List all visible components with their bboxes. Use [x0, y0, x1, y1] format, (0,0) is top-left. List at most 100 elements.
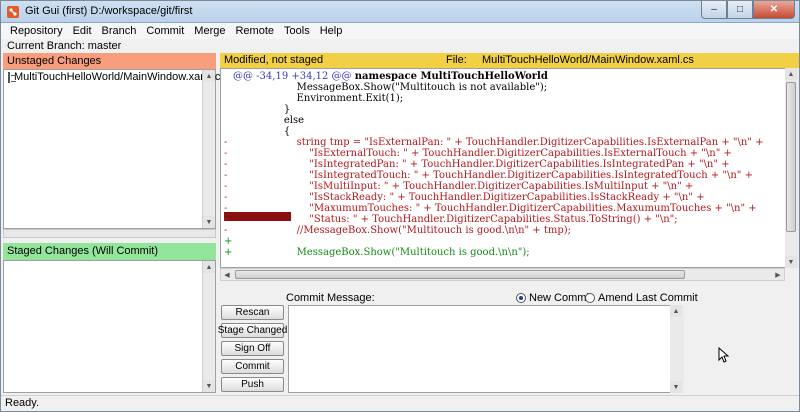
new-commit-option[interactable]: New Commit — [516, 292, 592, 304]
close-button[interactable]: ✕ — [753, 1, 795, 19]
menu-branch[interactable]: Branch — [97, 25, 142, 37]
diff-horizontal-scrollbar[interactable]: ◀ ▶ — [220, 268, 785, 281]
menu-merge[interactable]: Merge — [189, 25, 230, 37]
diff-line: - string tmp = "IsExternalPan: " + Touch… — [221, 137, 791, 148]
diff-line-marker: - — [224, 159, 228, 170]
amend-commit-option[interactable]: Amend Last Commit — [585, 292, 698, 304]
window-controls: – □ ✕ — [701, 1, 795, 19]
diff-line-text: "IsStackReady: " + TouchHandler.Digitize… — [233, 192, 705, 203]
menu-commit[interactable]: Commit — [141, 25, 189, 37]
commit-area: Rescan Stage Changed Sign Off Commit Pus… — [218, 289, 799, 393]
menu-edit[interactable]: Edit — [68, 25, 97, 37]
title-bar[interactable]: Git Gui (first) D:/workspace/git/first –… — [1, 1, 799, 23]
rescan-button[interactable]: Rescan — [221, 305, 284, 320]
diff-line-text: "IsMultiInput: " + TouchHandler.Digitize… — [233, 181, 694, 192]
push-button[interactable]: Push — [221, 377, 284, 392]
git-gui-icon — [7, 6, 19, 18]
diff-file-label: File: — [446, 54, 467, 66]
diff-hscroll-thumb[interactable] — [235, 270, 685, 279]
scroll-up-arrow-icon[interactable]: ▲ — [670, 305, 682, 317]
scroll-up-arrow-icon[interactable]: ▲ — [203, 70, 215, 82]
diff-line: + MessageBox.Show("Multitouch is good.\n… — [221, 247, 791, 258]
file-name: MultiTouchHelloWorld/MainWindow.xaml.cs — [14, 71, 226, 83]
diff-line-text: "Status: " + TouchHandler.DigitizerCapab… — [233, 214, 678, 225]
menu-repository[interactable]: Repository — [5, 25, 68, 37]
diff-view[interactable]: @@ -34,19 +34,12 @@ namespace MultiTouch… — [220, 68, 799, 268]
commit-vscroll-track[interactable]: ▲ ▼ — [670, 305, 684, 393]
unstaged-scrollbar[interactable]: ▲ ▼ — [202, 70, 215, 228]
commit-message-input[interactable] — [288, 305, 684, 393]
scroll-up-arrow-icon[interactable]: ▲ — [203, 261, 215, 273]
menu-remote[interactable]: Remote — [230, 25, 279, 37]
diff-line-marker: - — [224, 225, 228, 236]
diff-line: { — [221, 126, 791, 137]
amend-commit-label: Amend Last Commit — [598, 292, 698, 304]
diff-line: + — [221, 236, 791, 247]
diff-line-text: "IsExternalTouch: " + TouchHandler.Digit… — [233, 148, 732, 159]
status-bar: Ready. — [1, 395, 799, 411]
diff-line-marker: - — [224, 214, 228, 225]
diff-line: - "MaxumumTouches: " + TouchHandler.Digi… — [221, 203, 791, 214]
changes-pane: Unstaged Changes MultiTouchHelloWorld/Ma… — [3, 53, 226, 393]
diff-line: } — [221, 104, 791, 115]
scroll-down-arrow-icon[interactable]: ▼ — [670, 381, 682, 393]
scroll-left-arrow-icon[interactable]: ◀ — [221, 269, 233, 280]
sign-off-button[interactable]: Sign Off — [221, 341, 284, 356]
staged-scrollbar[interactable]: ▲ ▼ — [202, 261, 215, 392]
diff-status: Modified, not staged — [224, 54, 324, 66]
diff-line: Environment.Exit(1); — [221, 93, 791, 104]
new-commit-radio[interactable] — [516, 293, 526, 303]
scroll-down-arrow-icon[interactable]: ▼ — [203, 216, 215, 228]
menu-help[interactable]: Help — [315, 25, 348, 37]
file-icon[interactable] — [8, 71, 16, 83]
diff-line-marker: - — [224, 181, 228, 192]
unstaged-file-list[interactable]: MultiTouchHelloWorld/MainWindow.xaml.cs … — [3, 69, 226, 229]
diff-line-text: { — [233, 126, 291, 137]
diff-line-text: } — [233, 104, 291, 115]
unstaged-horizontal-scrollbar[interactable] — [3, 229, 216, 238]
diff-line-marker: - — [224, 170, 228, 181]
diff-line: MessageBox.Show("Multitouch is not avail… — [221, 82, 791, 93]
diff-line-marker: - — [224, 192, 228, 203]
commit-button[interactable]: Commit — [221, 359, 284, 374]
diff-line: - "IsIntegratedTouch: " + TouchHandler.D… — [221, 170, 791, 181]
window-title: Git Gui (first) D:/workspace/git/first — [25, 5, 193, 17]
scroll-right-arrow-icon[interactable]: ▶ — [772, 269, 784, 280]
diff-vscroll-track[interactable]: ▲ ▼ — [785, 68, 799, 268]
staged-changes-header: Staged Changes (Will Commit) — [3, 243, 216, 260]
diff-line: - "IsMultiInput: " + TouchHandler.Digiti… — [221, 181, 791, 192]
commit-message-scrollbar[interactable]: ▲ ▼ — [670, 305, 684, 393]
diff-line-text: string tmp = "IsExternalPan: " + TouchHa… — [233, 137, 764, 148]
diff-line-marker: - — [224, 137, 228, 148]
diff-vscroll-thumb[interactable] — [786, 82, 796, 232]
diff-line — [221, 258, 791, 267]
diff-line-marker: + — [224, 236, 233, 247]
list-item[interactable]: MultiTouchHelloWorld/MainWindow.xaml.cs — [4, 70, 226, 84]
current-branch-label: Current Branch: master — [7, 40, 122, 52]
diff-line-text: "IsIntegratedPan: " + TouchHandler.Digit… — [233, 159, 730, 170]
diff-line-text: else — [233, 115, 305, 126]
scroll-up-arrow-icon[interactable]: ▲ — [785, 68, 797, 80]
commit-message-label: Commit Message: — [286, 292, 375, 304]
diff-line: - "IsExternalTouch: " + TouchHandler.Dig… — [221, 148, 791, 159]
hunk-context: namespace MultiTouchHelloWorld — [354, 71, 548, 82]
diff-line: @@ -34,19 +34,12 @@ namespace MultiTouch… — [221, 71, 791, 82]
diff-line-text: @@ -34,19 +34,12 @@ namespace MultiTouch… — [233, 71, 548, 82]
maximize-button[interactable]: □ — [727, 1, 753, 19]
diff-line: - "IsStackReady: " + TouchHandler.Digiti… — [221, 192, 791, 203]
scroll-down-arrow-icon[interactable]: ▼ — [785, 256, 797, 268]
diff-line: else — [221, 115, 791, 126]
unstaged-changes-header: Unstaged Changes — [3, 53, 216, 69]
staged-file-list[interactable]: ▲ ▼ — [3, 260, 216, 393]
diff-line-text: //MessageBox.Show("Multitouch is good.\n… — [233, 225, 572, 236]
minimize-button[interactable]: – — [701, 1, 727, 19]
diff-line-text: MessageBox.Show("Multitouch is good.\n\n… — [233, 247, 530, 258]
diff-file-name: MultiTouchHelloWorld/MainWindow.xaml.cs — [482, 54, 694, 66]
amend-commit-radio[interactable] — [585, 293, 595, 303]
stage-changed-button[interactable]: Stage Changed — [218, 323, 287, 338]
scroll-down-arrow-icon[interactable]: ▼ — [203, 380, 215, 392]
menu-tools[interactable]: Tools — [279, 25, 315, 37]
diff-line-marker: - — [224, 148, 228, 159]
diff-line-text: Environment.Exit(1); — [233, 93, 404, 104]
diff-vertical-scrollbar[interactable]: ▲ ▼ — [785, 68, 799, 268]
